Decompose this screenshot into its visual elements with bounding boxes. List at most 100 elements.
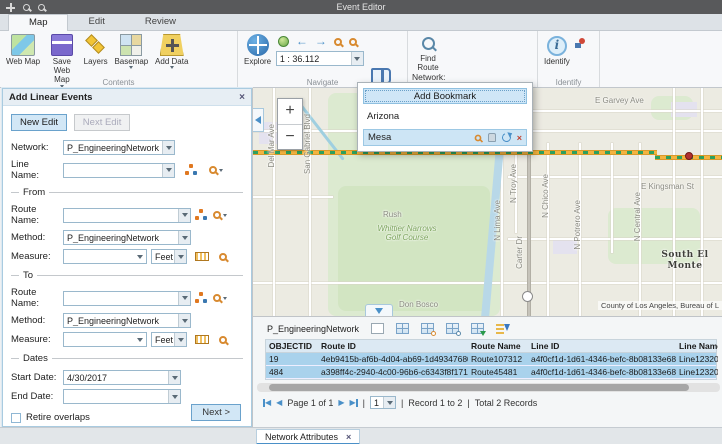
select-records-icon[interactable] xyxy=(371,323,384,334)
column-header[interactable]: Route Name xyxy=(468,341,528,351)
network-select[interactable]: P_EngineeringNetwork xyxy=(63,140,175,155)
map-zoom-out-button[interactable]: − xyxy=(278,124,302,149)
next-extent-icon[interactable]: → xyxy=(315,36,327,47)
add-data-button[interactable]: Add Data xyxy=(153,34,190,69)
map-road xyxy=(701,88,703,316)
from-unit-select[interactable]: Feet xyxy=(151,249,187,264)
map-road xyxy=(508,110,722,112)
bookmark-item-arizona[interactable]: Arizona xyxy=(363,109,527,124)
sort-records-icon[interactable] xyxy=(496,323,504,334)
zoom-to-measure-icon[interactable] xyxy=(219,253,227,261)
tab-review[interactable]: Review xyxy=(125,14,196,31)
street-label: Don Bosco xyxy=(399,300,438,309)
to-measure-combo[interactable] xyxy=(63,332,147,347)
close-icon[interactable]: × xyxy=(346,432,351,442)
zoom-to-selected-icon[interactable] xyxy=(421,323,434,334)
column-header[interactable]: Line Name xyxy=(676,341,718,351)
chevron-down-icon xyxy=(129,66,133,69)
tab-map[interactable]: Map xyxy=(8,14,68,31)
previous-extent-icon[interactable]: ← xyxy=(296,36,308,47)
zoom-to-measure-icon[interactable] xyxy=(219,336,227,344)
full-extent-icon[interactable] xyxy=(278,36,289,47)
from-measure-combo[interactable] xyxy=(63,249,147,264)
table-header-row: OBJECTID Route ID Route Name Line ID Lin… xyxy=(266,340,716,353)
bookmark-item-mesa[interactable]: Mesa × xyxy=(363,129,527,146)
previous-page-button[interactable]: ◀ xyxy=(276,398,282,407)
switch-selection-icon[interactable] xyxy=(471,323,484,334)
collapse-panel-tab[interactable] xyxy=(253,108,264,132)
navigate-tools: ← → 1 : 36.112 xyxy=(276,34,364,66)
retire-overlaps-checkbox[interactable] xyxy=(11,413,21,423)
panel-header: Add Linear Events × xyxy=(3,89,251,106)
show-table-icon[interactable] xyxy=(396,323,409,334)
street-label: N Potrero Ave xyxy=(573,200,582,250)
find-route-button[interactable]: Find Route xyxy=(412,34,444,72)
table-row[interactable]: 19 4eb9415b-af6b-4d04-ab69-1d493476802b … xyxy=(266,353,716,366)
zoom-to-route-button[interactable] xyxy=(213,211,227,219)
zoom-to-line-button[interactable] xyxy=(209,166,223,174)
next-button[interactable]: Next > xyxy=(191,404,241,421)
pan-to-selected-icon[interactable] xyxy=(446,323,459,334)
measure-on-map-icon[interactable] xyxy=(195,252,209,261)
measure-on-map-icon[interactable] xyxy=(195,335,209,344)
close-icon[interactable]: × xyxy=(239,92,245,103)
map-road xyxy=(253,196,333,198)
flag-location-icon[interactable] xyxy=(575,38,585,48)
tab-edit[interactable]: Edit xyxy=(68,14,124,31)
basemap-icon xyxy=(120,34,142,56)
remove-bookmark-icon[interactable]: × xyxy=(517,133,522,143)
ribbon-spacer xyxy=(600,31,722,87)
identify-button[interactable]: i Identify xyxy=(542,34,572,66)
to-separator: To xyxy=(11,270,243,281)
start-date-select[interactable]: 4/30/2017 xyxy=(63,370,181,385)
next-page-button[interactable]: ▶ xyxy=(338,398,344,407)
zoom-to-route-button[interactable] xyxy=(213,294,227,302)
separator: | xyxy=(467,398,469,408)
to-unit-select[interactable]: Feet xyxy=(151,332,187,347)
column-header[interactable]: Route ID xyxy=(318,341,468,351)
select-line-on-map-icon[interactable] xyxy=(185,164,197,176)
explore-button[interactable]: Explore xyxy=(242,34,273,66)
table-pagination: ◀ ◀ Page 1 of 1 ▶ ▶ | 1 | Record 1 to 2 … xyxy=(253,392,722,409)
to-route-name-select[interactable] xyxy=(63,291,191,306)
page-select[interactable]: 1 xyxy=(370,396,396,409)
to-method-row: Method: P_EngineeringNetwork xyxy=(11,313,243,328)
line-name-select[interactable] xyxy=(63,163,175,178)
from-route-name-select[interactable] xyxy=(63,208,191,223)
dropdown-caret xyxy=(178,231,190,244)
from-separator: From xyxy=(11,187,243,198)
basemap-button[interactable]: Basemap xyxy=(112,34,150,69)
first-page-button[interactable]: ◀ xyxy=(263,398,271,407)
to-method-select[interactable]: P_EngineeringNetwork xyxy=(63,313,191,328)
column-header[interactable]: OBJECTID xyxy=(266,341,318,351)
horizontal-scrollbar[interactable] xyxy=(257,383,720,392)
map-road xyxy=(547,143,549,316)
scrollbar-thumb[interactable] xyxy=(269,384,689,391)
chevron-down-icon xyxy=(219,169,223,172)
last-page-button[interactable]: ▶ xyxy=(350,398,358,407)
collapse-table-tab[interactable] xyxy=(365,304,393,316)
update-bookmark-icon[interactable] xyxy=(500,132,512,144)
add-bookmark-button[interactable]: Add Bookmark xyxy=(363,88,527,104)
layers-button[interactable]: Layers xyxy=(82,34,110,66)
zoom-in-tool-icon[interactable] xyxy=(334,38,342,46)
place-label: South El Monte xyxy=(653,250,717,273)
column-header[interactable]: Line ID xyxy=(528,341,676,351)
web-map-button[interactable]: Web Map xyxy=(4,34,42,66)
select-route-on-map-icon[interactable] xyxy=(195,209,207,221)
map-road xyxy=(273,88,275,316)
end-date-select[interactable] xyxy=(63,389,181,404)
map-zoom-in-button[interactable]: + xyxy=(278,99,302,124)
attribute-table: OBJECTID Route ID Route Name Line ID Lin… xyxy=(265,339,717,380)
new-edit-button[interactable]: New Edit xyxy=(11,114,67,131)
zoom-out-tool-icon[interactable] xyxy=(349,38,357,46)
zoom-to-bookmark-icon[interactable] xyxy=(474,134,481,141)
table-row[interactable]: 484 a398ff4c-2940-4c00-96b6-c6343f8f1711… xyxy=(266,366,716,379)
from-method-select[interactable]: P_EngineeringNetwork xyxy=(63,230,191,245)
street-label: N Chico Ave xyxy=(541,174,550,218)
scale-select[interactable]: 1 : 36.112 xyxy=(276,51,364,66)
next-edit-button[interactable]: Next Edit xyxy=(74,114,131,131)
pan-to-bookmark-icon[interactable] xyxy=(488,133,496,142)
tab-network-attributes[interactable]: Network Attributes × xyxy=(256,429,360,444)
select-route-on-map-icon[interactable] xyxy=(195,292,207,304)
